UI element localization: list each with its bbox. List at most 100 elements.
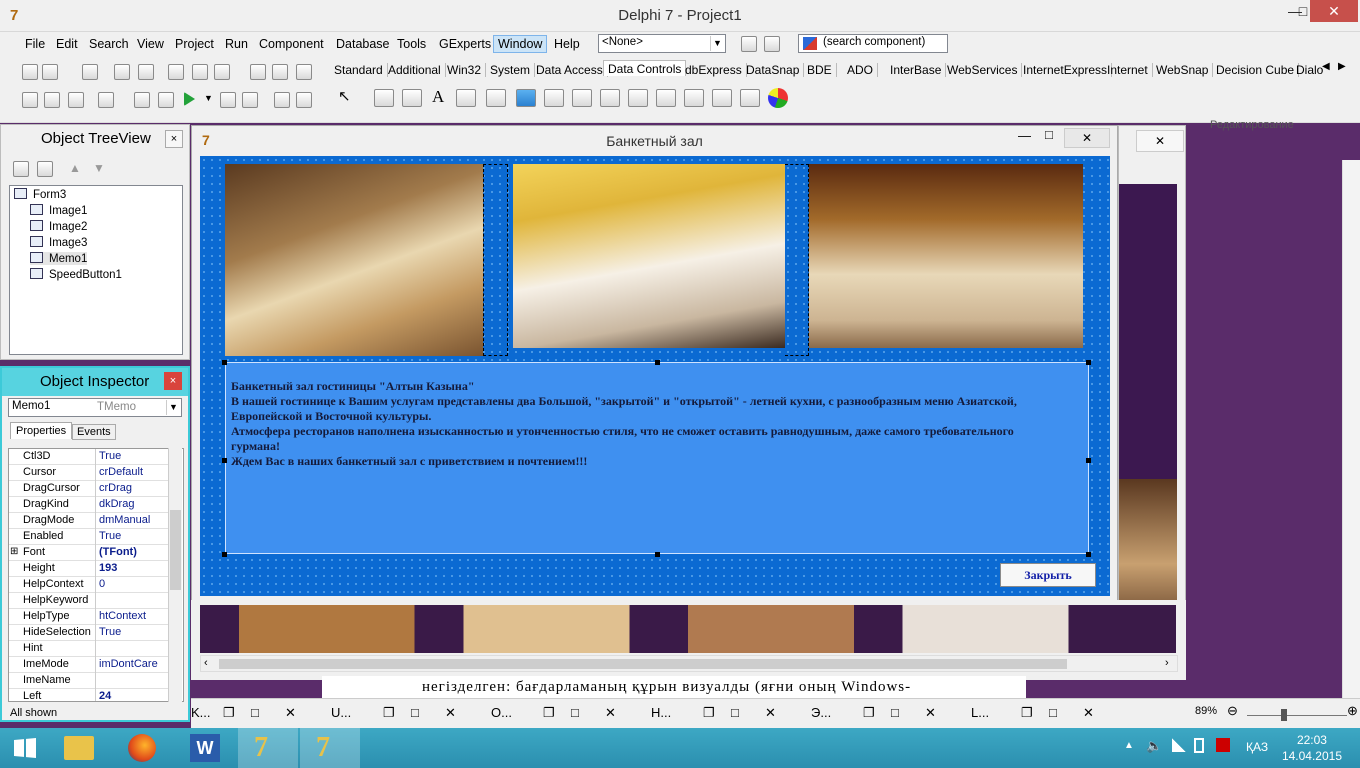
close-button[interactable]: ✕ bbox=[1310, 0, 1358, 22]
property-row[interactable]: DragMode dmManual bbox=[9, 513, 169, 529]
selection-handle[interactable] bbox=[222, 552, 227, 557]
menu-run[interactable]: Run bbox=[225, 37, 248, 51]
bg-close-button[interactable]: ✕ bbox=[1136, 130, 1184, 152]
menu-window[interactable]: Window bbox=[493, 35, 548, 53]
property-row[interactable]: Enabled True bbox=[9, 529, 169, 545]
property-row[interactable]: ImeName bbox=[9, 673, 169, 689]
form-maximize-button[interactable]: □ bbox=[1045, 127, 1053, 142]
close-form-button[interactable]: Закрыть bbox=[1000, 563, 1096, 587]
dbedit-icon[interactable] bbox=[456, 89, 476, 107]
dbcombobox-icon[interactable] bbox=[572, 89, 592, 107]
property-value[interactable]: dmManual bbox=[99, 514, 150, 526]
horizontal-scrollbar[interactable]: ‹ › bbox=[200, 655, 1178, 672]
palette-tab-internetexpress[interactable]: InternetExpress bbox=[1019, 63, 1113, 77]
view-unit-icon[interactable] bbox=[22, 92, 38, 108]
view-form-icon[interactable] bbox=[44, 92, 60, 108]
selection-handle[interactable] bbox=[655, 552, 660, 557]
selection-handle[interactable] bbox=[1086, 458, 1091, 463]
property-row[interactable]: Left 24 bbox=[9, 689, 169, 701]
window-item-6[interactable]: L... bbox=[971, 705, 989, 720]
restore-icon[interactable]: ❐ bbox=[543, 705, 555, 721]
help-icon[interactable] bbox=[296, 64, 312, 80]
tree-node-speedbutton1[interactable]: SpeedButton1 bbox=[30, 268, 122, 281]
start-button[interactable] bbox=[0, 728, 50, 768]
property-row[interactable]: HelpType htContext bbox=[9, 609, 169, 625]
menu-component[interactable]: Component bbox=[259, 37, 324, 51]
tab-events[interactable]: Events bbox=[72, 424, 116, 440]
expand-icon[interactable]: ⊞ bbox=[10, 546, 18, 557]
restore-icon[interactable]: ❐ bbox=[1021, 705, 1033, 721]
error-flag-icon[interactable] bbox=[1216, 738, 1230, 752]
property-row[interactable]: HelpKeyword bbox=[9, 593, 169, 609]
open-icon[interactable] bbox=[42, 64, 58, 80]
property-row[interactable]: Ctl3D True bbox=[9, 449, 169, 465]
dbmemo-icon[interactable] bbox=[486, 89, 506, 107]
pointer-arrow-icon[interactable]: ↖ bbox=[338, 87, 351, 105]
maximize-icon[interactable]: □ bbox=[1049, 705, 1057, 720]
treeview-tool2-icon[interactable] bbox=[37, 161, 53, 177]
palette-tab-datasnap[interactable]: DataSnap bbox=[742, 63, 805, 77]
pause-icon[interactable] bbox=[220, 92, 236, 108]
save-desktop-icon[interactable] bbox=[741, 36, 757, 52]
tree-node-memo1[interactable]: Memo1 bbox=[30, 252, 88, 265]
taskbar-firefox[interactable] bbox=[112, 728, 172, 768]
close-icon[interactable]: ✕ bbox=[285, 705, 296, 721]
palette-tab-data-access[interactable]: Data Access bbox=[532, 63, 608, 77]
restore-icon[interactable]: ❐ bbox=[223, 705, 235, 721]
property-value[interactable]: (TFont) bbox=[99, 546, 137, 558]
selection-handle[interactable] bbox=[1086, 552, 1091, 557]
palette-scroll-left-icon[interactable]: ◀ bbox=[1322, 61, 1330, 72]
selection-handle[interactable] bbox=[655, 360, 660, 365]
scroll-thumb[interactable] bbox=[219, 659, 1067, 669]
treeview-tree[interactable]: Form3 Image1 Image2 Image3 Memo1 SpeedBu… bbox=[9, 185, 183, 355]
toggle-form-unit-icon[interactable] bbox=[68, 92, 84, 108]
remove-file-icon[interactable] bbox=[192, 64, 208, 80]
tree-node-image3[interactable]: Image3 bbox=[30, 236, 87, 249]
zoom-in-icon[interactable]: ⊕ bbox=[1347, 703, 1358, 719]
maximize-icon[interactable]: □ bbox=[251, 705, 259, 720]
stop-icon[interactable] bbox=[242, 92, 258, 108]
maximize-icon[interactable]: □ bbox=[731, 705, 739, 720]
dbrichedit-icon[interactable] bbox=[712, 89, 732, 107]
window-item-3[interactable]: O... bbox=[491, 705, 512, 720]
palette-tab-dbexpress[interactable]: dbExpress bbox=[681, 63, 747, 77]
selection-handle[interactable] bbox=[1086, 360, 1091, 365]
property-row[interactable]: Hint bbox=[9, 641, 169, 657]
zoom-slider[interactable] bbox=[1247, 715, 1347, 716]
close-icon[interactable]: ✕ bbox=[765, 705, 776, 721]
palette-tab-interbase[interactable]: InterBase bbox=[886, 63, 947, 77]
menu-help[interactable]: Help bbox=[554, 37, 580, 51]
new-form-icon[interactable] bbox=[98, 92, 114, 108]
checklist-icon[interactable] bbox=[214, 64, 230, 80]
menu-view[interactable]: View bbox=[137, 37, 164, 51]
search-component-input[interactable]: (search component) bbox=[798, 34, 948, 53]
close-icon[interactable]: ✕ bbox=[925, 705, 936, 721]
property-value[interactable]: True bbox=[99, 450, 121, 462]
scroll-right-icon[interactable]: › bbox=[1165, 657, 1169, 669]
property-grid[interactable]: Ctl3D True Cursor crDefault DragCursor crDrag… bbox=[8, 448, 184, 702]
dbtext-icon[interactable]: A bbox=[432, 87, 444, 107]
dblookuplistbox-icon[interactable] bbox=[656, 89, 676, 107]
form-close-button[interactable]: ✕ bbox=[1064, 128, 1110, 148]
menu-database[interactable]: Database bbox=[336, 37, 390, 51]
dblookupcombo-icon[interactable] bbox=[684, 89, 704, 107]
book2-icon[interactable] bbox=[272, 64, 288, 80]
zoom-out-icon[interactable]: ⊖ bbox=[1227, 703, 1238, 719]
tree-node-image1[interactable]: Image1 bbox=[30, 204, 87, 217]
property-value[interactable]: dkDrag bbox=[99, 498, 134, 510]
palette-tab-standard[interactable]: Standard bbox=[330, 63, 388, 77]
property-row[interactable]: Cursor crDefault bbox=[9, 465, 169, 481]
property-value[interactable]: 0 bbox=[99, 578, 105, 590]
palette-tab-ado[interactable]: ADO bbox=[843, 63, 879, 77]
taskbar-explorer[interactable] bbox=[50, 728, 110, 768]
palette-tab-internet[interactable]: Internet bbox=[1103, 63, 1153, 77]
word-scrollbar[interactable] bbox=[1342, 160, 1360, 700]
battery-icon[interactable] bbox=[1194, 738, 1204, 753]
dbcheckbox-icon[interactable] bbox=[600, 89, 620, 107]
window-item-5[interactable]: Э... bbox=[811, 705, 831, 720]
restore-icon[interactable]: ❐ bbox=[863, 705, 875, 721]
volume-icon[interactable]: 🔈 bbox=[1146, 738, 1162, 754]
menu-search[interactable]: Search bbox=[89, 37, 129, 51]
run-options-icon[interactable] bbox=[134, 92, 150, 108]
property-row[interactable]: DragCursor crDrag bbox=[9, 481, 169, 497]
